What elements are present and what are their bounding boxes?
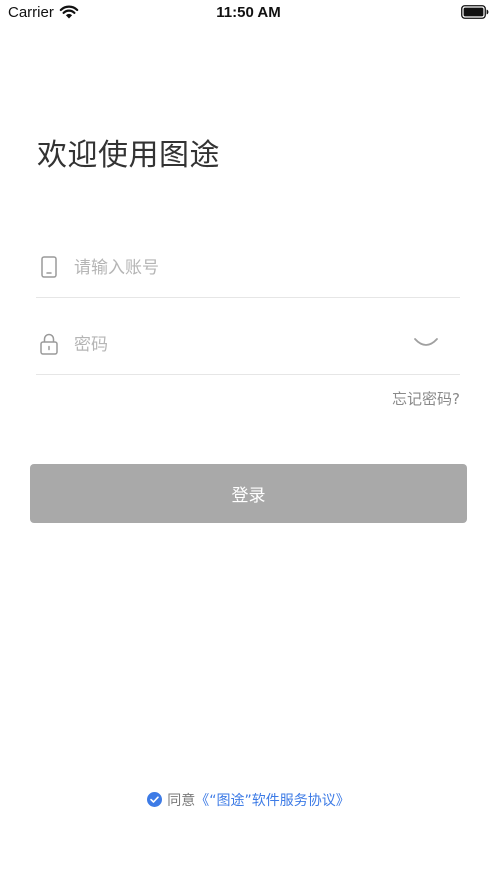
password-input[interactable] — [74, 328, 404, 362]
agreement-prefix: 同意 — [167, 793, 196, 809]
agreement-link[interactable]: 《“图途”软件服务协议》 — [195, 793, 350, 809]
lock-icon — [40, 333, 58, 355]
checkbox-checked-icon[interactable] — [147, 792, 163, 807]
password-field-row — [36, 314, 460, 375]
battery-icon — [461, 5, 489, 19]
page-title: 欢迎使用图途 — [37, 138, 220, 173]
account-input[interactable] — [74, 251, 404, 285]
account-field-row — [36, 237, 460, 298]
forgot-password-link[interactable]: 忘记密码? — [392, 388, 460, 409]
agreement-row: 同意《“图途”软件服务协议》 — [0, 790, 497, 810]
phone-icon — [41, 256, 57, 278]
eye-closed-icon[interactable] — [412, 334, 440, 352]
status-bar: Carrier 11:50 AM — [0, 0, 497, 26]
login-button[interactable]: 登录 — [30, 464, 467, 523]
clock: 11:50 AM — [216, 4, 281, 21]
